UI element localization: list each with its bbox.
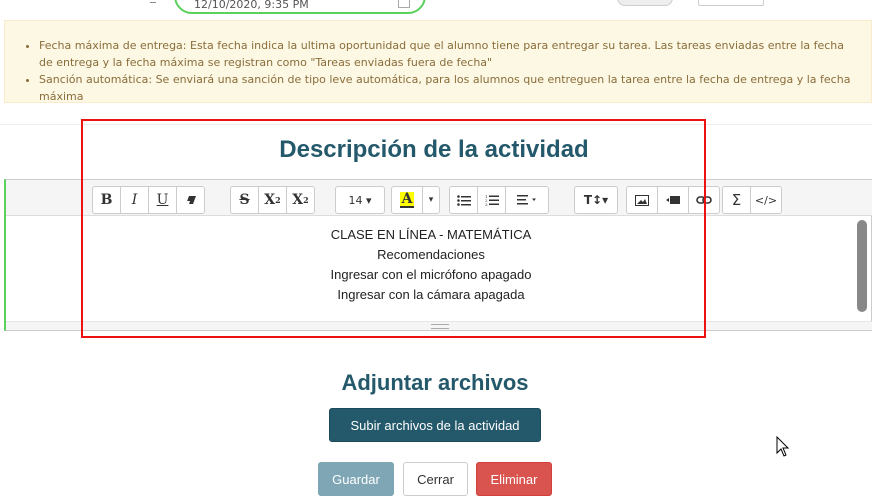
link-icon bbox=[696, 196, 712, 204]
numbered-list-button[interactable]: 123 bbox=[477, 186, 506, 214]
italic-button[interactable]: I bbox=[120, 186, 149, 214]
color-dropdown-button[interactable]: ▾ bbox=[422, 186, 440, 214]
highlight-letter: A bbox=[399, 191, 415, 208]
insert-video-button[interactable] bbox=[657, 186, 689, 214]
due-date-input[interactable]: 12/10/2020, 9:35 PM bbox=[174, 0, 426, 14]
editor-content[interactable]: CLASE EN LÍNEA - MATEMÁTICA Recomendacio… bbox=[6, 225, 856, 305]
eraser-button[interactable] bbox=[176, 186, 205, 214]
close-button[interactable]: Cerrar bbox=[403, 462, 468, 496]
eraser-icon bbox=[185, 196, 196, 204]
align-icon bbox=[517, 195, 536, 205]
save-button[interactable]: Guardar bbox=[318, 462, 394, 496]
image-icon bbox=[635, 194, 649, 206]
align-dropdown-button[interactable] bbox=[505, 186, 549, 214]
editor-toolbar: B I U S X2 X2 14 ▾ A ▾ 123 T↕▾ Σ </> bbox=[6, 180, 872, 216]
editor-resize-handle[interactable] bbox=[6, 321, 872, 330]
script-group: S X2 X2 bbox=[230, 186, 315, 214]
insert-group bbox=[626, 186, 720, 214]
misc-group: Σ </> bbox=[722, 186, 782, 214]
rich-text-editor[interactable]: B I U S X2 X2 14 ▾ A ▾ 123 T↕▾ Σ </> CLA… bbox=[4, 179, 872, 331]
code-view-button[interactable]: </> bbox=[750, 186, 782, 214]
highlight-color-button[interactable]: A bbox=[391, 186, 423, 214]
svg-text:3: 3 bbox=[485, 202, 488, 206]
paragraph-group: 123 bbox=[449, 186, 549, 214]
font-size-dropdown[interactable]: 14 ▾ bbox=[335, 186, 385, 214]
upload-files-button[interactable]: Subir archivos de la actividad bbox=[329, 408, 541, 442]
content-line-4: Ingresar con la cámara apagada bbox=[337, 287, 525, 302]
strikethrough-button[interactable]: S bbox=[230, 186, 259, 214]
line-height-dropdown[interactable]: T↕▾ bbox=[574, 186, 618, 214]
content-line-1: CLASE EN LÍNEA - MATEMÁTICA bbox=[330, 227, 532, 242]
editor-scrollbar[interactable] bbox=[857, 220, 867, 312]
insert-link-button[interactable] bbox=[688, 186, 720, 214]
description-title: Descripción de la actividad bbox=[279, 136, 589, 163]
content-line-2: Recomendaciones bbox=[377, 247, 485, 262]
info-alert: Fecha máxima de entrega: Esta fecha indi… bbox=[4, 20, 872, 103]
bullet-list-button[interactable] bbox=[449, 186, 478, 214]
underline-button[interactable]: U bbox=[148, 186, 177, 214]
resize-grip-icon bbox=[431, 324, 449, 329]
color-group: A ▾ bbox=[391, 186, 440, 214]
field-marker bbox=[150, 0, 156, 3]
font-style-group: B I U bbox=[92, 186, 205, 214]
info-item-sanction: Sanción automática: Se enviará una sanci… bbox=[39, 71, 861, 105]
calendar-icon[interactable] bbox=[398, 0, 410, 8]
font-size-group: 14 ▾ bbox=[335, 186, 385, 214]
content-line-3: Ingresar con el micrófono apagado bbox=[330, 267, 532, 282]
subscript-label: X bbox=[292, 192, 304, 208]
toggle-switch[interactable] bbox=[617, 0, 673, 6]
math-sigma-button[interactable]: Σ bbox=[722, 186, 751, 214]
info-item-due-date: Fecha máxima de entrega: Esta fecha indi… bbox=[39, 37, 861, 71]
bullet-list-icon bbox=[456, 194, 471, 206]
bold-button[interactable]: B bbox=[92, 186, 121, 214]
due-date-value: 12/10/2020, 9:35 PM bbox=[194, 0, 309, 11]
insert-image-button[interactable] bbox=[626, 186, 658, 214]
select-control[interactable] bbox=[698, 0, 764, 6]
delete-button[interactable]: Eliminar bbox=[476, 462, 552, 496]
video-icon bbox=[666, 196, 680, 204]
subscript-button[interactable]: X2 bbox=[286, 186, 315, 214]
superscript-label: X bbox=[264, 192, 276, 208]
divider bbox=[0, 124, 872, 125]
mouse-cursor-icon bbox=[776, 436, 790, 457]
attachments-title: Adjuntar archivos bbox=[341, 370, 529, 395]
top-partial-row: 12/10/2020, 9:35 PM bbox=[0, 0, 872, 16]
superscript-button[interactable]: X2 bbox=[258, 186, 287, 214]
numbered-list-icon: 123 bbox=[485, 194, 499, 206]
text-height-group: T↕▾ bbox=[574, 186, 618, 214]
